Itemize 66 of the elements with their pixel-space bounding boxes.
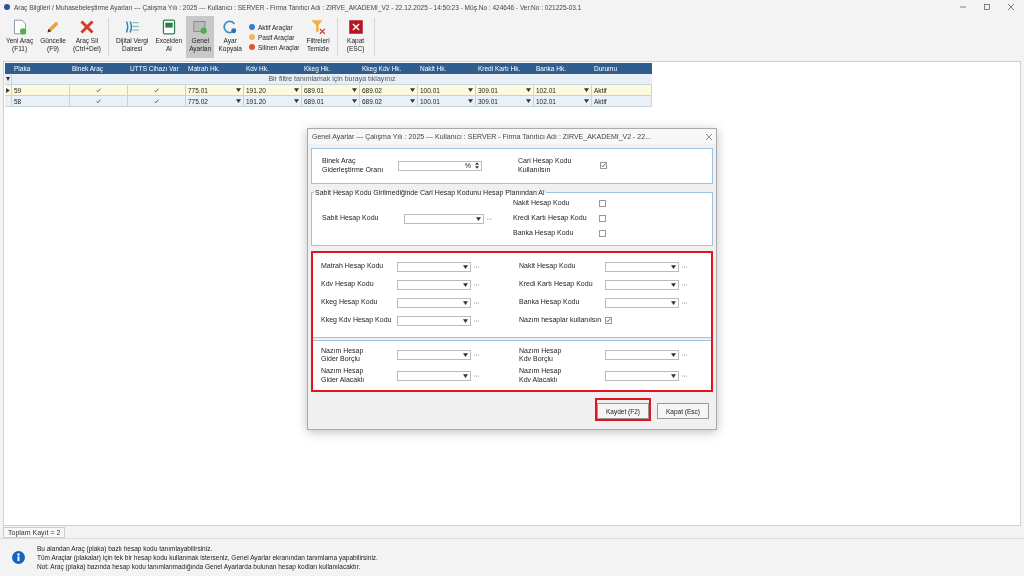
checkbox[interactable] bbox=[599, 215, 606, 222]
caret-icon bbox=[463, 353, 468, 358]
checkbox[interactable] bbox=[600, 162, 607, 170]
maximize-icon[interactable] bbox=[984, 4, 990, 10]
header-corner bbox=[5, 63, 12, 74]
account-dropdown[interactable] bbox=[397, 350, 471, 361]
caret-icon bbox=[671, 300, 676, 305]
account-dropdown[interactable] bbox=[605, 370, 679, 381]
account-dropdown[interactable] bbox=[605, 297, 679, 308]
checkbox[interactable] bbox=[605, 317, 612, 324]
account-dropdown[interactable] bbox=[605, 279, 679, 290]
caret-icon bbox=[236, 88, 241, 92]
close-icon[interactable] bbox=[1008, 4, 1014, 10]
caret-icon bbox=[671, 264, 676, 269]
checkbox-cell[interactable] bbox=[70, 96, 128, 107]
caret-icon bbox=[294, 88, 299, 92]
caret-icon bbox=[410, 99, 415, 103]
refresh-icon bbox=[222, 19, 239, 35]
caret-icon bbox=[671, 373, 676, 378]
caret-icon bbox=[526, 99, 531, 103]
caret-icon bbox=[294, 99, 299, 103]
checkbox-cell[interactable] bbox=[128, 96, 186, 107]
caret-icon bbox=[352, 88, 357, 92]
account-dropdown[interactable] bbox=[605, 261, 679, 272]
checkbox[interactable] bbox=[599, 230, 606, 237]
filter-icon bbox=[310, 19, 327, 35]
spreadsheet-icon bbox=[160, 19, 177, 35]
info-icon bbox=[12, 551, 25, 564]
checkbox-cell[interactable] bbox=[70, 85, 128, 96]
account-dropdown[interactable] bbox=[397, 370, 471, 381]
account-dropdown[interactable] bbox=[397, 297, 471, 308]
account-dropdown[interactable] bbox=[397, 279, 471, 290]
caret-icon bbox=[463, 264, 468, 269]
account-dropdown[interactable] bbox=[397, 315, 471, 326]
document-add-icon bbox=[11, 19, 28, 35]
checkbox[interactable] bbox=[599, 200, 606, 207]
row-pointer-icon bbox=[6, 87, 10, 93]
caret-icon bbox=[468, 88, 473, 92]
caret-icon bbox=[671, 282, 676, 287]
caret-icon bbox=[671, 353, 676, 358]
caret-icon bbox=[352, 99, 357, 103]
spinner-icon[interactable] bbox=[475, 162, 479, 170]
caret-icon bbox=[236, 99, 241, 103]
caret-icon bbox=[463, 373, 468, 378]
app-icon bbox=[4, 4, 10, 10]
checkmark-icon bbox=[606, 318, 611, 323]
minimize-icon[interactable] bbox=[960, 4, 966, 10]
account-dropdown[interactable] bbox=[605, 350, 679, 361]
close-icon bbox=[347, 19, 364, 35]
caret-icon bbox=[584, 88, 589, 92]
caret-icon bbox=[410, 88, 415, 92]
row-indicator[interactable] bbox=[5, 85, 12, 96]
caret-icon bbox=[468, 99, 473, 103]
checkmark-icon bbox=[601, 163, 606, 169]
caret-icon bbox=[463, 300, 468, 305]
checkbox-cell[interactable] bbox=[128, 85, 186, 96]
filter-icon bbox=[6, 77, 10, 81]
close-icon[interactable] bbox=[706, 133, 712, 140]
caret-icon bbox=[463, 318, 468, 323]
caret-icon bbox=[476, 216, 481, 221]
caret-icon bbox=[526, 88, 531, 92]
caret-icon bbox=[463, 282, 468, 287]
account-dropdown[interactable] bbox=[404, 213, 484, 224]
caret-icon bbox=[584, 99, 589, 103]
account-dropdown[interactable] bbox=[397, 261, 471, 272]
close-icon bbox=[78, 19, 95, 35]
